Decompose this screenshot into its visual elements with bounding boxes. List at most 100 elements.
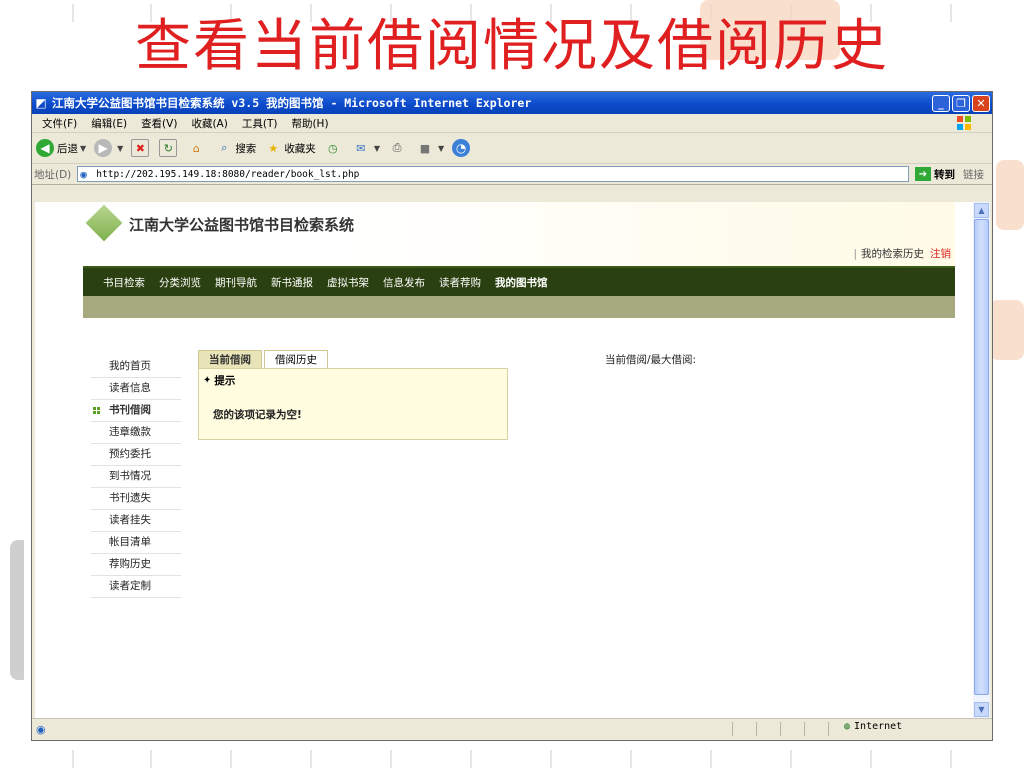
chevron-down-icon: ▼	[373, 143, 380, 153]
logout-link[interactable]: 注销	[930, 248, 951, 260]
window-title: 江南大学公益图书馆书目检索系统 v3.5 我的图书馆 - Microsoft I…	[52, 96, 532, 110]
ie-icon: ◩	[35, 96, 47, 110]
decor-tick	[310, 750, 312, 768]
window-titlebar[interactable]: ◩ 江南大学公益图书馆书目检索系统 v3.5 我的图书馆 - Microsoft…	[32, 92, 992, 114]
messenger-button[interactable]: ◔	[452, 139, 473, 157]
nav-new-books[interactable]: 新书通报	[271, 275, 313, 290]
menu-edit[interactable]: 编辑(E)	[91, 116, 127, 131]
main-nav: 书目检索 分类浏览 期刊导航 新书通报 虚拟书架 信息发布 读者荐购 我的图书馆	[83, 266, 955, 296]
nav-journal-guide[interactable]: 期刊导航	[215, 275, 257, 290]
nav-category-browse[interactable]: 分类浏览	[159, 275, 201, 290]
chevron-down-icon: ▼	[117, 143, 124, 153]
decor-tick	[630, 750, 632, 768]
decor-tick	[870, 750, 872, 768]
scroll-thumb[interactable]	[974, 219, 989, 695]
search-button[interactable]: ⌕ 搜索	[215, 139, 256, 157]
page-content: 江南大学公益图书馆书目检索系统 | 我的检索历史 注销 书目检索 分类浏览 期刊导航…	[35, 202, 973, 718]
back-label: 后退	[57, 142, 78, 155]
decor-tick	[950, 750, 952, 768]
favorites-label: 收藏夹	[284, 142, 316, 155]
side-item-recommend-history[interactable]: 荐购历史	[91, 554, 181, 576]
menu-favorites[interactable]: 收藏(A)	[191, 116, 227, 131]
search-icon: ⌕	[221, 141, 228, 154]
side-item-arrivals[interactable]: 到书情况	[91, 466, 181, 488]
nav-reader-recommend[interactable]: 读者荐购	[439, 275, 481, 290]
history-icon: ◷	[328, 141, 338, 155]
nav-info-publish[interactable]: 信息发布	[383, 275, 425, 290]
decor-shape	[996, 160, 1024, 230]
close-button[interactable]: ✕	[972, 94, 990, 112]
forward-button[interactable]: ▶ ▼	[94, 139, 123, 157]
address-url: http://202.195.149.18:8080/reader/book_l…	[96, 168, 360, 180]
side-item-borrowing[interactable]: 书刊借阅	[91, 400, 181, 422]
side-item-label: 书刊借阅	[109, 404, 151, 416]
back-button[interactable]: ◀ 后退 ▼	[36, 139, 86, 157]
edit-button[interactable]: ■ ▼	[416, 139, 444, 157]
library-site: 江南大学公益图书馆书目检索系统 | 我的检索历史 注销 书目检索 分类浏览 期刊导航…	[83, 202, 955, 598]
site-header: 江南大学公益图书馆书目检索系统 | 我的检索历史 注销	[83, 202, 955, 266]
search-label: 搜索	[235, 142, 257, 155]
side-item-reader-info[interactable]: 读者信息	[91, 378, 181, 400]
nav-book-search[interactable]: 书目检索	[103, 275, 145, 290]
notice-panel: ✦ 提示 您的该项记录为空!	[198, 368, 508, 440]
status-divider	[828, 722, 829, 736]
menu-file[interactable]: 文件(F)	[42, 116, 77, 131]
status-bar: ◉ ◍ Internet	[32, 718, 992, 739]
side-item-reader-custom[interactable]: 读者定制	[91, 576, 181, 598]
decor-tick	[550, 750, 552, 768]
side-menu: 我的首页 读者信息 书刊借阅 违章缴款 预约委托 到书情况 书刊遗失 读者挂失 …	[91, 356, 181, 598]
side-item-fines[interactable]: 违章缴款	[91, 422, 181, 444]
side-item-lost-books[interactable]: 书刊遗失	[91, 488, 181, 510]
vertical-scrollbar[interactable]: ▲ ▼	[973, 202, 990, 718]
nav-virtual-shelf[interactable]: 虚拟书架	[327, 275, 369, 290]
nav-my-library[interactable]: 我的图书馆	[495, 275, 548, 290]
tab-borrow-history[interactable]: 借阅历史	[264, 350, 328, 369]
maximize-button[interactable]: ❐	[952, 94, 970, 112]
side-item-my-home[interactable]: 我的首页	[91, 356, 181, 378]
stop-icon: ✖	[131, 139, 150, 157]
page-icon: ◉	[80, 168, 87, 181]
mail-button[interactable]: ✉ ▼	[352, 139, 380, 157]
pin-icon: ✦	[203, 375, 212, 386]
go-arrow-icon: ➔	[915, 167, 931, 181]
decor-shape	[990, 300, 1024, 360]
decor-tick	[72, 750, 74, 768]
panel-title-text: 提示	[214, 375, 236, 387]
side-item-account-list[interactable]: 帐目清单	[91, 532, 181, 554]
menu-view[interactable]: 查看(V)	[141, 116, 177, 131]
tab-current-borrowing[interactable]: 当前借阅	[198, 350, 262, 369]
links-button[interactable]: 链接	[963, 167, 984, 182]
minimize-button[interactable]: _	[932, 94, 950, 112]
browser-window: ◩ 江南大学公益图书馆书目检索系统 v3.5 我的图书馆 - Microsoft…	[32, 92, 992, 740]
stop-button[interactable]: ✖	[131, 139, 151, 157]
print-icon: ⎙	[392, 141, 402, 154]
home-button[interactable]: ⌂	[187, 139, 207, 157]
go-button[interactable]: ➔ 转到	[915, 167, 955, 182]
status-divider	[780, 722, 781, 736]
address-input[interactable]: ◉ http://202.195.149.18:8080/reader/book…	[77, 166, 909, 182]
borrow-status-label: 当前借阅/最大借阅:	[605, 354, 697, 366]
address-bar: 地址(D) ◉ http://202.195.149.18:8080/reade…	[32, 164, 992, 185]
panel-title: ✦ 提示	[203, 373, 235, 388]
home-icon: ⌂	[192, 141, 200, 155]
chevron-down-icon: ▼	[437, 143, 445, 153]
menu-tools[interactable]: 工具(T)	[242, 116, 278, 131]
favorites-button[interactable]: ★ 收藏夹	[264, 139, 316, 157]
messenger-icon: ◔	[452, 139, 471, 157]
edit-icon: ■	[419, 141, 431, 155]
refresh-button[interactable]: ↻	[159, 139, 179, 157]
history-button[interactable]: ◷	[324, 139, 344, 157]
search-history-link[interactable]: 我的检索历史	[861, 248, 924, 260]
print-button[interactable]: ⎙	[388, 139, 408, 157]
decor-shape	[10, 540, 24, 680]
scroll-up-button[interactable]: ▲	[974, 203, 989, 218]
site-name: 江南大学公益图书馆书目检索系统	[129, 216, 355, 234]
side-item-report-loss[interactable]: 读者挂失	[91, 510, 181, 532]
back-arrow-icon: ◀	[36, 139, 54, 157]
chevron-down-icon: ▼	[80, 143, 87, 153]
scroll-down-button[interactable]: ▼	[974, 702, 989, 717]
side-item-reservation[interactable]: 预约委托	[91, 444, 181, 466]
menu-help[interactable]: 帮助(H)	[291, 116, 328, 131]
decor-tick	[390, 750, 392, 768]
security-zone: ◍ Internet	[844, 721, 902, 732]
